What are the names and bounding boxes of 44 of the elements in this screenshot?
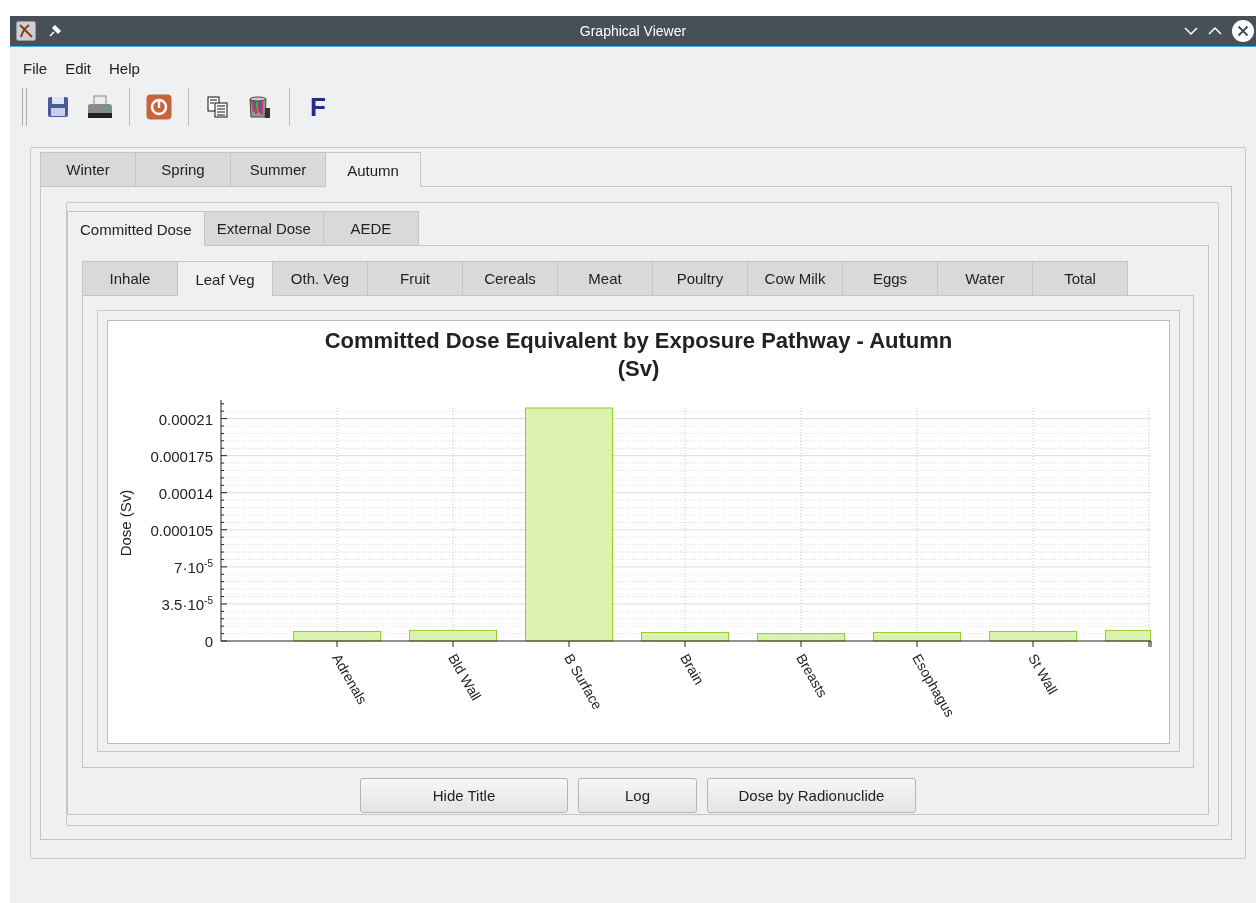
maximize-icon[interactable] [1208, 26, 1222, 36]
tab[interactable]: Oth. Veg [272, 261, 368, 295]
y-tick-label: 0.00014 [158, 484, 213, 502]
tab[interactable]: Committed Dose [67, 211, 205, 246]
tab[interactable]: Cow Milk [747, 261, 843, 295]
y-tick-label: 0.000175 [150, 447, 213, 465]
menu-item[interactable]: File [14, 59, 57, 77]
app-logo-icon [16, 21, 36, 41]
tab[interactable]: Leaf Veg [177, 261, 273, 296]
push-button[interactable]: Hide Title [360, 778, 568, 813]
y-tick-label: 0 [204, 632, 213, 650]
power-button-icon[interactable] [146, 94, 172, 120]
y-tick-label: 0.00021 [158, 410, 213, 428]
push-button[interactable]: Log [578, 778, 697, 813]
bar [1105, 629, 1151, 642]
tab[interactable]: Inhale [82, 261, 178, 295]
menu-item[interactable]: Help [100, 59, 149, 77]
y-axis-label: Dose (Sv) [116, 489, 134, 557]
tab[interactable]: Cereals [462, 261, 558, 295]
font-button[interactable]: F [306, 92, 330, 122]
y-tick-label: 7·10$^{-5}$ [174, 558, 213, 576]
tab[interactable]: Total [1032, 261, 1128, 295]
paint-bucket-icon[interactable] [247, 94, 273, 120]
tab[interactable]: Summer [230, 152, 326, 186]
close-icon[interactable] [1232, 20, 1254, 42]
tab[interactable]: Water [937, 261, 1033, 295]
chart-title: Committed Dose Equivalent by Exposure Pathway - Autumn (Sv) [323, 327, 954, 383]
tab[interactable]: Spring [135, 152, 231, 186]
tab[interactable]: AEDE [322, 211, 419, 245]
push-button[interactable]: Dose by Radionuclide [707, 778, 916, 813]
y-tick-label: 3.5·10$^{-5}$ [161, 595, 213, 613]
tab[interactable]: Fruit [367, 261, 463, 295]
tab[interactable]: Meat [557, 261, 653, 295]
tab[interactable]: Poultry [652, 261, 748, 295]
tab[interactable]: Winter [40, 152, 136, 186]
y-tick-label: 0.000105 [150, 521, 213, 539]
window-title: Graphical Viewer [579, 23, 687, 39]
tab[interactable]: Eggs [842, 261, 938, 295]
minimize-icon[interactable] [1184, 26, 1198, 36]
tab[interactable]: Autumn [325, 152, 421, 187]
menu-item[interactable]: Edit [56, 59, 101, 77]
copy-icon[interactable] [206, 95, 230, 119]
tab[interactable]: External Dose [203, 211, 324, 245]
printer-icon[interactable] [86, 95, 114, 119]
